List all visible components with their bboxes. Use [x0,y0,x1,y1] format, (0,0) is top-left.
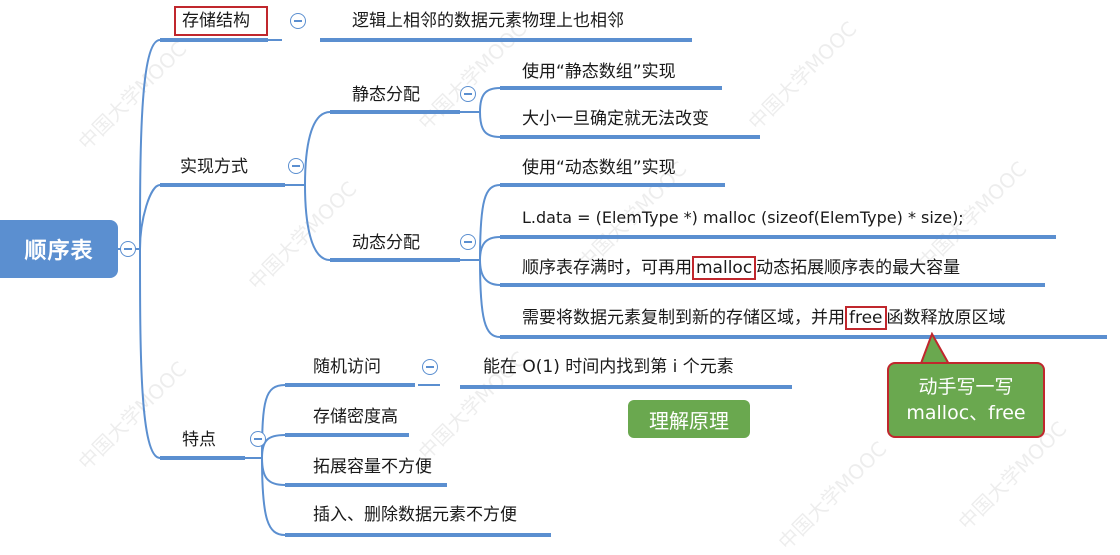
callout-handwrite: 动手写一写 malloc、free [887,362,1045,438]
static-item: 使用“静态数组”实现 [522,62,676,82]
random-desc: 能在 O(1) 时间内找到第 i 个元素 [483,357,734,377]
callout-handwrite-line2: malloc、free [906,402,1026,424]
node-features[interactable]: 特点 [182,429,216,451]
node-underline [460,385,792,389]
node-underline [320,38,692,42]
collapse-icon[interactable] [460,234,476,250]
node-underline [285,433,409,437]
dynamic-item-malloc: 顺序表存满时，可再用 malloc 动态拓展顺序表的最大容量 [522,256,961,280]
node-random-access[interactable]: 随机访问 [313,356,381,378]
collapse-icon[interactable] [120,241,136,257]
node-underline [160,183,285,187]
node-dynamic[interactable]: 动态分配 [352,232,420,254]
free-keyword: free [845,306,887,330]
static-item: 大小一旦确定就无法改变 [522,109,709,129]
node-underline [500,86,722,90]
dynamic-item-malloc-pre: 顺序表存满时，可再用 [522,258,692,278]
dynamic-item-malloc-post: 动态拓展顺序表的最大容量 [756,258,961,278]
node-underline [285,483,447,487]
node-underline [160,456,245,460]
dynamic-code: L.data = (ElemType *) malloc (sizeof(Ele… [522,208,964,227]
collapse-icon[interactable] [290,13,306,29]
node-underline [500,135,760,139]
root-node[interactable]: 顺序表 [0,220,118,278]
feature-item: 插入、删除数据元素不方便 [313,505,517,525]
collapse-icon[interactable] [460,86,476,102]
collapse-icon[interactable] [250,431,266,447]
node-underline [330,110,460,114]
node-underline [330,258,460,262]
node-underline [285,533,551,537]
node-underline [500,183,725,187]
collapse-icon[interactable] [422,359,438,375]
dynamic-item-free-pre: 需要将数据元素复制到新的存储区域，并用 [522,308,845,328]
node-underline [285,383,415,387]
callout-handwrite-line1: 动手写一写 [918,376,1014,398]
dynamic-item-free-post: 函数释放原区域 [886,308,1006,328]
highlight-box [174,6,268,36]
dynamic-item-free: 需要将数据元素复制到新的存储区域，并用 free 函数释放原区域 [522,306,1006,330]
storage-desc: 逻辑上相邻的数据元素物理上也相邻 [352,11,624,31]
dynamic-item: 使用“动态数组”实现 [522,158,676,178]
node-underline [500,283,1045,287]
callout-understand: 理解原理 [628,400,750,438]
node-underline [500,335,1107,339]
node-impl[interactable]: 实现方式 [180,156,248,178]
node-underline [160,38,268,42]
node-static[interactable]: 静态分配 [352,84,420,106]
feature-item: 拓展容量不方便 [313,457,432,477]
feature-item: 存储密度高 [313,407,398,427]
node-underline [500,235,1056,239]
malloc-keyword: malloc [692,256,757,280]
collapse-icon[interactable] [288,158,304,174]
